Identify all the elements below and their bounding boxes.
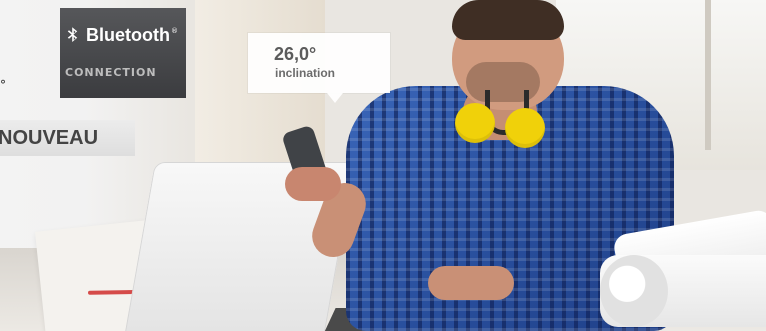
connection-label: CONNECTION	[65, 66, 157, 79]
inclination-bubble: 26,0° inclination	[248, 33, 390, 103]
hero-banner: Bluetooth ® CONNECTION 26,0° inclination…	[0, 0, 766, 331]
registered-mark: ®	[170, 27, 178, 35]
new-tag-label: NOUVEAU	[0, 126, 99, 149]
bluetooth-row: Bluetooth ®	[66, 26, 178, 44]
inclination-label: inclination	[275, 66, 335, 80]
bluetooth-badge: Bluetooth ® CONNECTION	[60, 8, 186, 98]
window-frame	[705, 0, 711, 150]
earmuff-left	[455, 103, 495, 143]
edge-mark: °	[0, 78, 6, 92]
earmuff-right	[505, 108, 545, 148]
bluetooth-label: Bluetooth	[86, 25, 170, 45]
worker-right-arm	[428, 266, 514, 300]
hand-holding-phone	[285, 167, 341, 201]
inclination-value: 26,0°	[274, 44, 317, 64]
bluetooth-icon	[67, 27, 78, 42]
rolled-plan-end	[600, 255, 668, 327]
worker-hair	[452, 0, 564, 40]
new-tag: NOUVEAU	[0, 120, 135, 156]
